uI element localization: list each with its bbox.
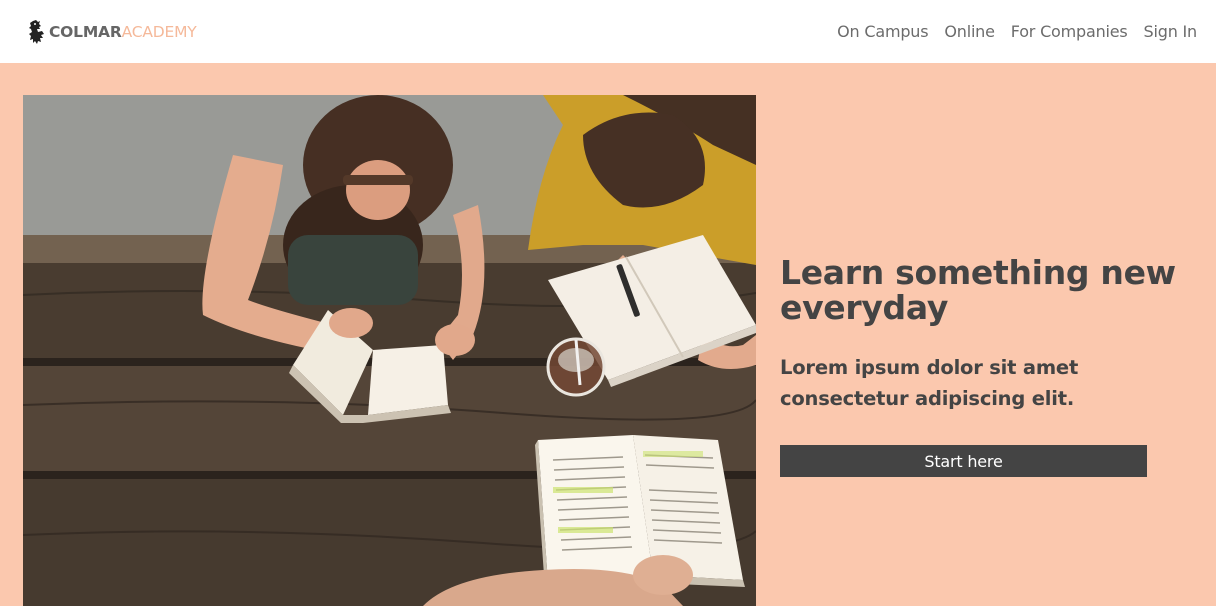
brand-name-light: ACADEMY xyxy=(121,22,197,41)
start-here-button[interactable]: Start here xyxy=(780,445,1147,477)
lion-rampant-icon xyxy=(29,19,44,44)
hero-photo xyxy=(23,95,756,606)
nav-link-sign-in[interactable]: Sign In xyxy=(1144,22,1198,41)
hero-section: Learn something new everyday Lorem ipsum… xyxy=(0,63,1216,606)
hero-copy: Learn something new everyday Lorem ipsum… xyxy=(780,255,1180,414)
nav-link-for-companies[interactable]: For Companies xyxy=(1011,22,1128,41)
brand-logo[interactable]: COLMARACADEMY xyxy=(27,17,197,47)
brand-name-bold: COLMAR xyxy=(49,22,122,41)
hero-subtitle: Lorem ipsum dolor sit amet consectetur a… xyxy=(780,356,1079,410)
main-nav: On Campus Online For Companies Sign In xyxy=(837,22,1197,41)
site-header: COLMARACADEMY On Campus Online For Compa… xyxy=(0,0,1216,63)
nav-link-online[interactable]: Online xyxy=(944,22,995,41)
nav-link-on-campus[interactable]: On Campus xyxy=(837,22,928,41)
hero-title: Learn something new everyday xyxy=(780,253,1176,327)
students-reading-photo-illustration xyxy=(23,95,756,606)
brand-wordmark: COLMARACADEMY xyxy=(49,23,197,41)
